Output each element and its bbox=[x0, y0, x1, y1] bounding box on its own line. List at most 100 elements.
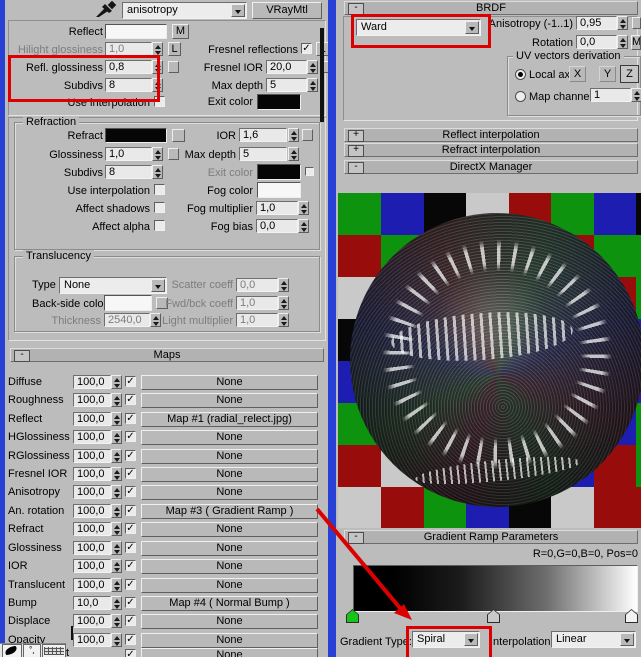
map-amount-field[interactable]: 100,0 bbox=[73, 430, 111, 444]
gradient-flag-start[interactable] bbox=[346, 609, 359, 623]
backside-color-swatch[interactable] bbox=[104, 295, 152, 311]
map-amount-field[interactable]: 100,0 bbox=[73, 633, 111, 647]
max-depth-spinner[interactable] bbox=[307, 78, 318, 92]
map-amount-field[interactable]: 100,0 bbox=[73, 578, 111, 592]
map-enable-checkbox[interactable]: ✓ bbox=[125, 597, 136, 608]
map-amount-spinner[interactable] bbox=[111, 541, 122, 555]
map-enable-checkbox[interactable]: ✓ bbox=[125, 560, 136, 571]
refraction-exit-color-checkbox[interactable] bbox=[305, 167, 314, 176]
hilight-lock-button[interactable]: L bbox=[168, 42, 181, 56]
map-amount-spinner[interactable] bbox=[111, 375, 122, 389]
brdf-rotation-field[interactable]: 0,0 bbox=[576, 35, 617, 49]
map-amount-field[interactable]: 100,0 bbox=[73, 412, 111, 426]
map-amount-spinner[interactable] bbox=[111, 578, 122, 592]
brdf-anisotropy-map-slot[interactable] bbox=[632, 17, 641, 29]
show-desktop-icon[interactable] bbox=[2, 644, 22, 657]
fresnel-ior-field[interactable]: 20,0 bbox=[266, 60, 307, 74]
expand-icon[interactable]: + bbox=[348, 145, 364, 157]
max-depth-field[interactable]: 5 bbox=[266, 78, 307, 92]
map-slot-button[interactable]: None bbox=[141, 467, 318, 482]
brdf-rollout-bar[interactable]: - BRDF bbox=[344, 1, 638, 15]
map-enable-checkbox[interactable]: ✓ bbox=[125, 649, 136, 657]
map-amount-spinner[interactable] bbox=[111, 485, 122, 499]
brdf-rotation-spinner[interactable] bbox=[617, 35, 628, 49]
keyboard-icon[interactable] bbox=[42, 644, 66, 657]
refraction-ior-map-slot[interactable] bbox=[302, 129, 313, 141]
map-amount-field[interactable]: 100,0 bbox=[73, 375, 111, 389]
fog-multiplier-spinner[interactable] bbox=[298, 201, 309, 215]
map-amount-spinner[interactable] bbox=[111, 504, 122, 518]
map-enable-checkbox[interactable]: ✓ bbox=[125, 523, 136, 534]
map-amount-spinner[interactable] bbox=[111, 633, 122, 647]
map-amount-spinner[interactable] bbox=[111, 522, 122, 536]
directx-manager-rollout-bar[interactable]: - DirectX Manager bbox=[344, 160, 638, 174]
map-slot-button[interactable]: None bbox=[141, 449, 318, 464]
map-enable-checkbox[interactable]: ✓ bbox=[125, 413, 136, 424]
refract-interpolation-rollout-bar[interactable]: + Refract interpolation bbox=[344, 143, 638, 157]
map-slot-button[interactable]: None bbox=[141, 614, 318, 629]
refract-color-swatch[interactable] bbox=[105, 128, 167, 143]
material-class-button[interactable]: VRayMtl bbox=[252, 2, 322, 19]
map-amount-field[interactable]: 100,0 bbox=[73, 393, 111, 407]
map-enable-checkbox[interactable]: ✓ bbox=[125, 486, 136, 497]
map-amount-field[interactable]: 100,0 bbox=[73, 522, 111, 536]
map-amount-spinner[interactable] bbox=[111, 393, 122, 407]
hilight-glossiness-spinner[interactable] bbox=[152, 42, 163, 56]
map-amount-spinner[interactable] bbox=[111, 614, 122, 628]
axis-y-button[interactable]: Y bbox=[599, 66, 616, 82]
map-channel-spinner[interactable] bbox=[631, 88, 641, 102]
map-channel-radio[interactable] bbox=[515, 91, 526, 102]
map-slot-button[interactable]: Map #4 ( Normal Bump ) bbox=[141, 596, 318, 611]
scatter-coeff-spinner[interactable] bbox=[278, 278, 289, 292]
map-slot-button[interactable]: Map #3 ( Gradient Ramp ) bbox=[141, 504, 318, 519]
map-amount-spinner[interactable] bbox=[111, 596, 122, 610]
map-slot-button[interactable]: None bbox=[141, 633, 318, 648]
map-enable-checkbox[interactable]: ✓ bbox=[125, 615, 136, 626]
map-enable-checkbox[interactable]: ✓ bbox=[125, 450, 136, 461]
refraction-use-interp-checkbox[interactable] bbox=[154, 184, 165, 195]
refraction-ior-field[interactable]: 1,6 bbox=[239, 128, 287, 142]
brdf-rotation-m-button[interactable]: M bbox=[631, 35, 641, 50]
fog-multiplier-field[interactable]: 1,0 bbox=[256, 201, 298, 215]
gradient-flag-end[interactable] bbox=[625, 609, 638, 623]
affect-alpha-checkbox[interactable] bbox=[154, 220, 165, 231]
map-channel-field[interactable]: 1 bbox=[590, 88, 631, 102]
map-amount-field[interactable]: 100,0 bbox=[73, 449, 111, 463]
fresnel-reflections-checkbox[interactable]: ✓ bbox=[301, 43, 312, 54]
map-amount-field[interactable]: 100,0 bbox=[73, 541, 111, 555]
fog-color-swatch[interactable] bbox=[257, 182, 301, 198]
map-amount-field[interactable]: 100,0 bbox=[73, 559, 111, 573]
refraction-glossiness-field[interactable]: 1,0 bbox=[105, 147, 152, 161]
map-amount-field[interactable]: 100,0 bbox=[73, 467, 111, 481]
chevron-down-icon[interactable] bbox=[620, 633, 634, 646]
map-enable-checkbox[interactable]: ✓ bbox=[125, 376, 136, 387]
eyedropper-icon[interactable] bbox=[95, 1, 117, 18]
map-amount-spinner[interactable] bbox=[111, 412, 122, 426]
refraction-subdivs-field[interactable]: 8 bbox=[105, 165, 152, 179]
refraction-max-depth-field[interactable]: 5 bbox=[239, 147, 287, 161]
brdf-anisotropy-field[interactable]: 0,95 bbox=[576, 16, 617, 30]
map-slot-button[interactable]: Map #1 (radial_relect.jpg) bbox=[141, 412, 318, 427]
affect-shadows-checkbox[interactable] bbox=[154, 202, 165, 213]
map-enable-checkbox[interactable]: ✓ bbox=[125, 505, 136, 516]
map-slot-button[interactable]: None bbox=[141, 648, 318, 657]
map-slot-button[interactable]: None bbox=[141, 375, 318, 390]
brdf-anisotropy-spinner[interactable] bbox=[617, 16, 628, 30]
map-slot-button[interactable]: None bbox=[141, 541, 318, 556]
fwdbck-coeff-spinner[interactable] bbox=[278, 296, 289, 310]
scrollbar-thumb[interactable] bbox=[320, 28, 324, 122]
map-enable-checkbox[interactable]: ✓ bbox=[125, 542, 136, 553]
refraction-max-depth-spinner[interactable] bbox=[288, 147, 299, 161]
map-slot-button[interactable]: None bbox=[141, 578, 318, 593]
chevron-down-icon[interactable] bbox=[231, 4, 245, 17]
interpolation-dropdown[interactable]: Linear bbox=[551, 631, 636, 648]
scatter-coeff-field[interactable]: 0,0 bbox=[236, 278, 278, 292]
map-amount-field[interactable]: 100,0 bbox=[73, 614, 111, 628]
collapse-icon[interactable]: - bbox=[14, 350, 30, 362]
refraction-exit-color-swatch[interactable] bbox=[257, 164, 301, 180]
gradient-ramp-rollout-bar[interactable]: - Gradient Ramp Parameters bbox=[344, 530, 638, 544]
map-amount-spinner[interactable] bbox=[111, 559, 122, 573]
map-amount-spinner[interactable] bbox=[111, 449, 122, 463]
map-slot-button[interactable]: None bbox=[141, 485, 318, 500]
gradient-flag-middle[interactable] bbox=[487, 609, 500, 623]
